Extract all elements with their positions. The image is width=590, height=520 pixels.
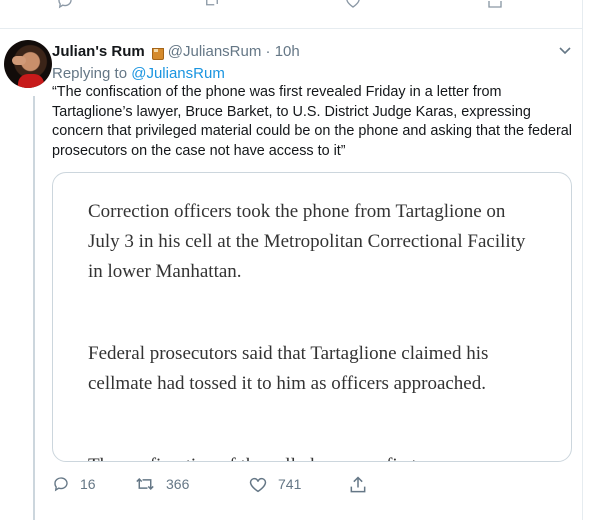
replying-to-line: Replying to @JuliansRum <box>52 65 225 83</box>
tweet-actions: 16 366 741 <box>52 475 572 499</box>
share-button[interactable] <box>348 475 368 495</box>
user-handle[interactable]: @JuliansRum <box>168 43 262 60</box>
separator-dot: · <box>265 43 271 60</box>
timeline-border <box>582 0 583 520</box>
retweet-icon[interactable] <box>202 0 222 15</box>
like-icon[interactable] <box>344 0 362 15</box>
thread-line <box>33 96 35 520</box>
like-button[interactable]: 741 <box>248 475 301 493</box>
reply-icon <box>52 475 70 493</box>
card-paragraph: The confiscation of the cell phone was f… <box>88 451 528 461</box>
reply-button[interactable]: 16 <box>52 475 96 493</box>
reply-count: 16 <box>80 476 96 492</box>
avatar-hand <box>12 56 26 65</box>
replying-prefix: Replying to <box>52 65 128 82</box>
retweet-button[interactable]: 366 <box>134 475 189 493</box>
previous-tweet-actions <box>0 0 580 14</box>
tumbler-glass-emoji <box>150 44 164 60</box>
card-paragraph: Correction officers took the phone from … <box>88 201 526 282</box>
avatar[interactable] <box>4 40 52 88</box>
tweet-text: “The confiscation of the phone was first… <box>52 84 573 159</box>
retweet-count: 366 <box>166 476 190 492</box>
replying-to-link[interactable]: @JuliansRum <box>131 65 225 82</box>
tweet-divider <box>0 28 583 29</box>
share-icon[interactable] <box>486 0 504 15</box>
like-icon <box>248 475 268 493</box>
retweet-icon <box>134 475 156 493</box>
display-name[interactable]: Julian's Rum <box>52 43 145 60</box>
avatar-shirt <box>18 74 44 88</box>
card-paragraph: Federal prosecutors said that Tartaglion… <box>88 343 489 394</box>
quoted-article-card[interactable]: Correction officers took the phone from … <box>52 172 572 462</box>
chevron-down-icon[interactable] <box>558 44 572 59</box>
reply-icon[interactable] <box>56 0 74 15</box>
tweet-header: Julian's Rum @JuliansRum · 10h <box>52 43 300 61</box>
share-icon <box>348 475 368 495</box>
tweet-timestamp[interactable]: 10h <box>275 43 300 60</box>
like-count: 741 <box>278 476 302 492</box>
